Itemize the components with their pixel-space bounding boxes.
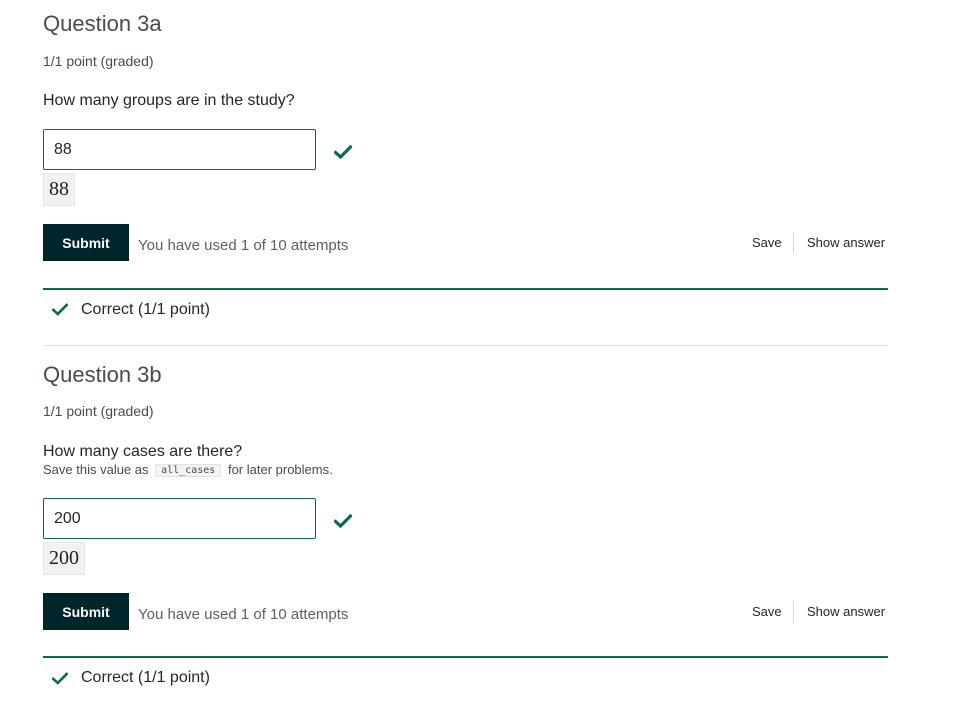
hint-text: for later problems.	[227, 462, 333, 477]
check-icon	[334, 145, 352, 159]
question-meta: 1/1 point (graded)	[43, 53, 154, 69]
hint-text: Save this value as	[43, 462, 149, 477]
attempts-text: You have used 1 of 10 attempts	[138, 606, 349, 623]
save-button[interactable]: Save	[752, 603, 782, 621]
check-icon	[52, 672, 68, 685]
button-divider	[793, 601, 794, 623]
feedback-text: Correct (1/1 point)	[81, 301, 210, 318]
answer-input[interactable]	[43, 129, 316, 170]
question-prompt: How many cases are there?	[43, 443, 243, 460]
section-divider	[43, 345, 888, 346]
save-button[interactable]: Save	[752, 234, 782, 252]
show-answer-button[interactable]: Show answer	[807, 234, 885, 252]
answer-preview: 200	[43, 542, 85, 575]
question-hint: Save this value as all_cases for later p…	[43, 461, 333, 480]
hint-code: all_cases	[155, 464, 222, 477]
question-meta: 1/1 point (graded)	[43, 403, 154, 419]
question-prompt: How many groups are in the study?	[43, 92, 295, 109]
button-divider	[793, 232, 794, 254]
feedback-bar	[43, 656, 888, 658]
answer-input[interactable]	[43, 498, 316, 539]
feedback-text: Correct (1/1 point)	[81, 669, 210, 686]
answer-preview: 88	[43, 173, 75, 206]
problem-3b: Question 3b 1/1 point (graded) How many …	[43, 350, 888, 708]
problem-3a: Question 3a 1/1 point (graded) How many …	[43, 0, 888, 346]
submit-button[interactable]: Submit	[43, 593, 129, 630]
show-answer-button[interactable]: Show answer	[807, 603, 885, 621]
check-icon	[52, 303, 68, 316]
question-title: Question 3a	[43, 11, 162, 36]
check-icon	[334, 514, 352, 528]
submit-button[interactable]: Submit	[43, 224, 129, 261]
attempts-text: You have used 1 of 10 attempts	[138, 237, 349, 254]
question-title: Question 3b	[43, 362, 162, 387]
feedback-bar	[43, 288, 888, 290]
